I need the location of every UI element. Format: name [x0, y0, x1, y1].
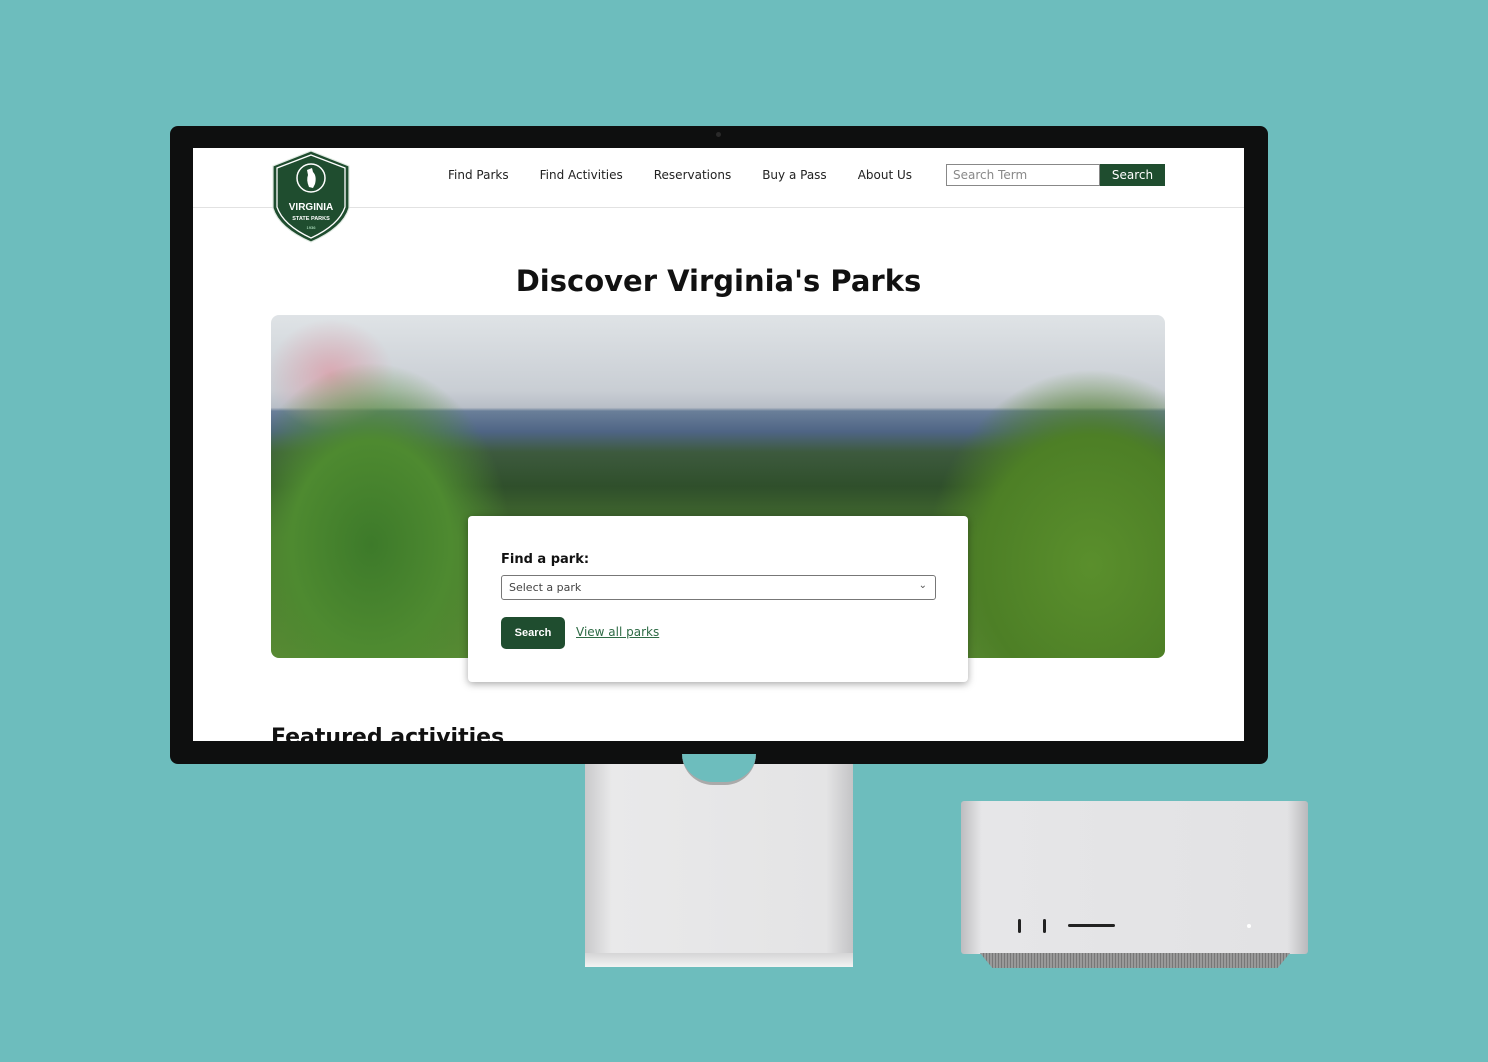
- mac-studio-grille: [980, 953, 1290, 968]
- sd-card-slot-icon: [1068, 924, 1115, 927]
- virginia-state-parks-logo[interactable]: VIRGINIA STATE PARKS 1936: [271, 150, 351, 243]
- monitor-screen: Find Parks Find Activities Reservations …: [193, 148, 1244, 741]
- monitor-stand: [585, 754, 853, 967]
- nav-find-parks[interactable]: Find Parks: [448, 167, 509, 183]
- park-select[interactable]: Select a park ⌄: [501, 575, 936, 600]
- camera-icon: [716, 132, 721, 137]
- park-finder-card: Find a park: Select a park ⌄ Search View …: [468, 516, 968, 682]
- search-button[interactable]: Search: [1100, 164, 1165, 186]
- main-nav: Find Parks Find Activities Reservations …: [448, 167, 943, 183]
- nav-reservations[interactable]: Reservations: [654, 167, 731, 183]
- nav-find-activities[interactable]: Find Activities: [540, 167, 623, 183]
- usb-port-icon: [1043, 919, 1046, 933]
- find-park-label: Find a park:: [501, 552, 590, 567]
- view-all-parks-link[interactable]: View all parks: [576, 625, 659, 639]
- nav-buy-a-pass[interactable]: Buy a Pass: [762, 167, 826, 183]
- park-select-value: Select a park: [509, 581, 582, 594]
- power-led-icon: [1247, 924, 1251, 928]
- usb-port-icon: [1018, 919, 1021, 933]
- mac-studio: [961, 801, 1308, 954]
- nav-about-us[interactable]: About Us: [858, 167, 912, 183]
- finder-search-button[interactable]: Search: [501, 617, 565, 649]
- svg-text:1936: 1936: [307, 225, 317, 230]
- featured-activities-heading: Featured activities: [271, 725, 505, 741]
- search-input[interactable]: Search Term: [946, 164, 1100, 186]
- chevron-down-icon: ⌄: [918, 580, 927, 591]
- svg-text:VIRGINIA: VIRGINIA: [289, 202, 333, 213]
- page-title: Discover Virginia's Parks: [515, 264, 922, 298]
- svg-text:STATE PARKS: STATE PARKS: [292, 216, 330, 222]
